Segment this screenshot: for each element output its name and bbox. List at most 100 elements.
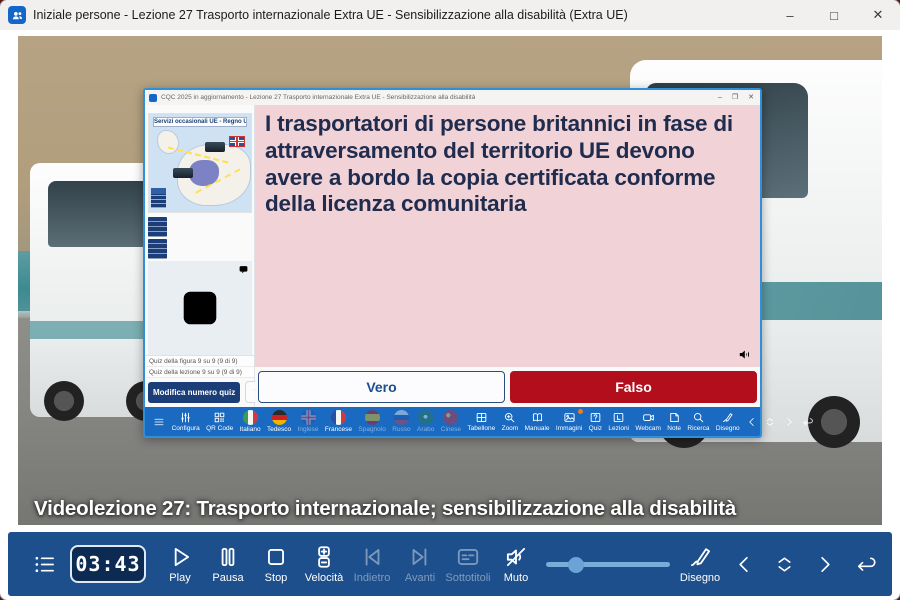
language-francese-button[interactable]: Francese bbox=[325, 410, 352, 433]
note-button[interactable]: Note bbox=[667, 411, 681, 432]
video-area[interactable]: Videolezione 27: Trasporto internazional… bbox=[18, 36, 882, 525]
thumbnail[interactable] bbox=[148, 217, 167, 237]
immagini-button[interactable]: Immagini bbox=[556, 411, 582, 432]
speed-button[interactable]: Velocità bbox=[300, 544, 348, 584]
quiz-toolbar: Configura QR Code Italiano Tedesco Inglese Fr… bbox=[145, 407, 760, 436]
quiz-return-button[interactable] bbox=[801, 416, 813, 428]
quiz-info-line: Quiz della lezione 9 su 9 (9 di 9) bbox=[145, 367, 254, 378]
slider-track bbox=[546, 562, 670, 567]
quiz-minimize-button[interactable]: – bbox=[718, 94, 722, 101]
expand-button[interactable] bbox=[764, 553, 804, 576]
subtitles-button[interactable]: Sottotitoli bbox=[444, 544, 492, 584]
tabellone-button[interactable]: Tabellone bbox=[467, 411, 495, 432]
language-italiano-button[interactable]: Italiano bbox=[240, 410, 261, 433]
language-cinese-button[interactable]: Cinese bbox=[441, 410, 461, 433]
question-area: I trasportatori di persone britannici in… bbox=[255, 105, 760, 367]
slider-thumb[interactable] bbox=[568, 557, 584, 573]
mute-button[interactable]: Muto bbox=[492, 544, 540, 584]
comment-icon[interactable] bbox=[238, 264, 249, 275]
prev-chapter-button[interactable] bbox=[724, 553, 764, 576]
ar-flag-icon bbox=[418, 410, 433, 425]
question-text: I trasportatori di persone britannici in… bbox=[265, 111, 750, 218]
stop-button[interactable]: Stop bbox=[252, 544, 300, 584]
quiz-left-panel: Servizi occasionali UE - Regno Unito bbox=[145, 105, 255, 407]
cn-flag-icon bbox=[443, 410, 458, 425]
quiz-menu-button[interactable] bbox=[153, 416, 165, 428]
forward-button[interactable]: Avanti bbox=[396, 544, 444, 584]
app-window: Iniziale persone - Lezione 27 Trasporto … bbox=[0, 0, 900, 600]
zoom-button[interactable]: Zoom bbox=[502, 411, 519, 432]
uk-flag-icon bbox=[229, 136, 245, 147]
speaker-icon[interactable] bbox=[737, 347, 752, 362]
map-bus-icon bbox=[205, 142, 225, 152]
quiz-button[interactable]: Quiz bbox=[589, 411, 602, 432]
quiz-info-lines: Quiz della figura 9 su 9 (9 di 9) Quiz d… bbox=[145, 355, 254, 378]
language-inglese-button[interactable]: Inglese bbox=[298, 410, 319, 433]
pause-button[interactable]: Pausa bbox=[204, 544, 252, 584]
map-bus-icon bbox=[173, 168, 193, 178]
quiz-title-bar: CQC 2025 in aggiornamento - Lezione 27 T… bbox=[145, 90, 760, 105]
quiz-toolbar-left: Configura QR Code Italiano Tedesco Inglese Fr… bbox=[150, 410, 464, 433]
licenza-card-icon bbox=[151, 188, 166, 208]
quiz-prev-button[interactable] bbox=[746, 416, 758, 428]
map-title: Servizi occasionali UE - Regno Unito bbox=[153, 117, 247, 127]
maximize-button[interactable]: □ bbox=[812, 0, 856, 30]
quiz-shuffle-button[interactable] bbox=[764, 416, 776, 428]
window-title: Iniziale persone - Lezione 27 Trasporto … bbox=[33, 8, 628, 22]
quiz-window: CQC 2025 in aggiornamento - Lezione 27 T… bbox=[143, 88, 762, 438]
minimize-button[interactable]: – bbox=[768, 0, 812, 30]
edit-quiz-number-button[interactable]: Modifica numero quiz bbox=[148, 382, 240, 403]
ricerca-button[interactable]: Ricerca bbox=[687, 411, 709, 432]
back-button[interactable]: Indietro bbox=[348, 544, 396, 584]
quiz-maximize-button[interactable]: ❐ bbox=[732, 94, 738, 101]
quiz-close-button[interactable]: ✕ bbox=[748, 94, 754, 101]
thumbnail[interactable] bbox=[148, 239, 167, 259]
image-placeholder bbox=[148, 261, 252, 355]
vero-button[interactable]: Vero bbox=[258, 371, 505, 403]
video-caption: Videolezione 27: Trasporto internazional… bbox=[34, 497, 874, 521]
es-flag-icon bbox=[365, 410, 380, 425]
map-thumbnail[interactable]: Servizi occasionali UE - Regno Unito bbox=[148, 113, 252, 213]
no-image-icon bbox=[177, 285, 223, 331]
return-button[interactable] bbox=[844, 553, 884, 576]
fr-flag-icon bbox=[331, 410, 346, 425]
quiz-next-button[interactable] bbox=[783, 416, 795, 428]
de-flag-icon bbox=[272, 410, 287, 425]
notification-badge bbox=[578, 409, 583, 414]
volume-slider[interactable] bbox=[546, 554, 670, 574]
quiz-toolbar-right: Tabellone Zoom Manuale Immagini Quiz Lezioni W… bbox=[464, 411, 816, 432]
answer-buttons: Vero Falso bbox=[255, 367, 760, 407]
image-thumbnails bbox=[145, 215, 254, 259]
title-bar: Iniziale persone - Lezione 27 Trasporto … bbox=[0, 0, 900, 30]
falso-button[interactable]: Falso bbox=[510, 371, 757, 403]
qr-code-button[interactable]: QR Code bbox=[206, 411, 233, 432]
player-bar: 03:43 PlayPausaStopVelocitàIndietroAvanti… bbox=[8, 532, 892, 596]
close-button[interactable]: ✕ bbox=[856, 0, 900, 30]
ru-flag-icon bbox=[394, 410, 409, 425]
language-russo-button[interactable]: Russo bbox=[392, 410, 410, 433]
window-controls: – □ ✕ bbox=[768, 0, 900, 30]
language-spagnolo-button[interactable]: Spagnolo bbox=[358, 410, 385, 433]
it-flag-icon bbox=[243, 410, 258, 425]
manuale-button[interactable]: Manuale bbox=[525, 411, 550, 432]
quiz-main-panel: I trasportatori di persone britannici in… bbox=[255, 105, 760, 407]
playlist-button[interactable] bbox=[24, 553, 64, 576]
time-value: 03:43 bbox=[75, 552, 140, 576]
disegno-quiz-button[interactable]: Disegno bbox=[716, 411, 740, 432]
play-button[interactable]: Play bbox=[156, 544, 204, 584]
next-chapter-button[interactable] bbox=[804, 553, 844, 576]
quiz-left-footer: Modifica numero quiz Tutti bbox=[145, 378, 254, 407]
quiz-app-icon bbox=[149, 94, 157, 102]
gb-flag-icon bbox=[301, 410, 316, 425]
quiz-info-line: Quiz della figura 9 su 9 (9 di 9) bbox=[145, 356, 254, 367]
time-display: 03:43 bbox=[70, 545, 146, 583]
draw-button[interactable]: Disegno bbox=[676, 544, 724, 584]
lezioni-button[interactable]: Lezioni bbox=[608, 411, 629, 432]
quiz-window-controls: – ❐ ✕ bbox=[718, 94, 756, 101]
language-tedesco-button[interactable]: Tedesco bbox=[267, 410, 291, 433]
configura-button[interactable]: Configura bbox=[172, 411, 200, 432]
quiz-window-title: CQC 2025 in aggiornamento - Lezione 27 T… bbox=[161, 94, 475, 101]
language-arabo-button[interactable]: Arabo bbox=[417, 410, 434, 433]
webcam-button[interactable]: Webcam bbox=[635, 411, 661, 432]
people-app-icon bbox=[8, 6, 26, 24]
